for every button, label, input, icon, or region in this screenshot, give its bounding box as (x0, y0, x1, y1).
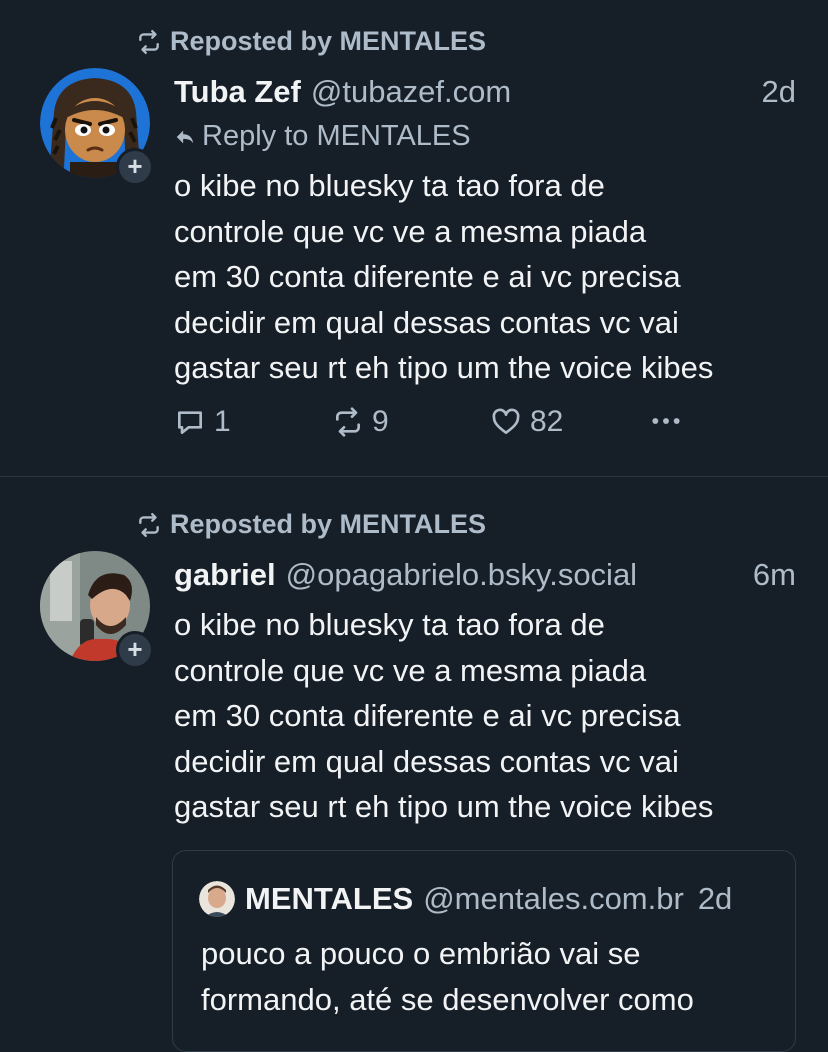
post-text-line: o kibe no bluesky ta tao fora de (174, 607, 605, 642)
repost-icon (139, 29, 159, 54)
quoted-text-line: formando, até se desenvolver como (201, 981, 694, 1017)
reply-button[interactable]: 1 (174, 405, 231, 439)
more-options-button[interactable] (650, 405, 682, 437)
repost-icon (139, 512, 159, 537)
post-text-line: o kibe no bluesky ta tao fora de (174, 168, 605, 203)
reply-arrow-icon (176, 130, 194, 143)
post-text-line: controle que vc ve a mesma piada (174, 213, 647, 249)
post-text-line: gastar seu rt eh tipo um the voice kibes (174, 350, 714, 385)
quoted-post-text: pouco a pouco o embrião vai se formando,… (201, 931, 694, 1022)
author-handle[interactable]: @tubazef.com (311, 74, 750, 110)
reply-label: Reply to MENTALES (202, 120, 471, 152)
like-count: 82 (530, 405, 564, 438)
quoted-post-header: MENTALES @mentales.com.br 2d (199, 881, 732, 917)
like-button[interactable]: 82 (490, 405, 563, 439)
repost-button[interactable]: 9 (332, 405, 389, 439)
avatar[interactable] (199, 881, 235, 917)
post-header: Tuba Zef @tubazef.com 2d (174, 74, 796, 110)
post-text: o kibe no bluesky ta tao fora de control… (174, 163, 814, 391)
post-text-line: gastar seu rt eh tipo um the voice kibes (174, 789, 714, 824)
post-text-line: decidir em qual dessas contas vc vai (174, 304, 679, 340)
author-name[interactable]: Tuba Zef (174, 74, 301, 110)
post-header: gabriel @opagabrielo.bsky.social 6m (174, 557, 796, 593)
repost-count: 9 (372, 405, 389, 438)
quoted-text-line: pouco a pouco o embrião vai se (201, 936, 641, 971)
post-text-line: decidir em qual dessas contas vc vai (174, 743, 679, 779)
follow-button[interactable]: + (116, 148, 154, 186)
post-text: o kibe no bluesky ta tao fora de control… (174, 602, 814, 830)
comment-icon (178, 411, 202, 434)
quoted-author-name[interactable]: MENTALES (245, 881, 413, 917)
quoted-post[interactable]: MENTALES @mentales.com.br 2d pouco a pou… (172, 850, 796, 1052)
follow-button[interactable]: + (116, 631, 154, 669)
author-name[interactable]: gabriel (174, 557, 276, 593)
quoted-post-time[interactable]: 2d (698, 881, 732, 917)
post-actions: 1 9 82 (174, 405, 714, 449)
repost-icon (336, 407, 360, 437)
quoted-author-handle[interactable]: @mentales.com.br (423, 881, 684, 917)
reply-context[interactable]: Reply to MENTALES (174, 120, 471, 153)
heart-icon (492, 408, 520, 434)
repost-label: Reposted by MENTALES (170, 26, 487, 56)
post-time[interactable]: 2d (762, 74, 796, 110)
post-time[interactable]: 6m (753, 557, 796, 593)
repost-indicator[interactable]: Reposted by MENTALES (136, 26, 486, 57)
repost-label: Reposted by MENTALES (170, 509, 487, 539)
author-handle[interactable]: @opagabrielo.bsky.social (286, 557, 741, 593)
more-dots-icon (652, 418, 680, 424)
post-text-line: controle que vc ve a mesma piada (174, 652, 647, 688)
post-text-line: em 30 conta diferente e ai vc precisa (174, 259, 681, 294)
post-text-line: em 30 conta diferente e ai vc precisa (174, 698, 681, 733)
feed-post[interactable]: Reposted by MENTALES + Tuba Zef @tubazef… (0, 0, 828, 477)
repost-indicator[interactable]: Reposted by MENTALES (136, 509, 486, 540)
reply-count: 1 (214, 405, 231, 438)
